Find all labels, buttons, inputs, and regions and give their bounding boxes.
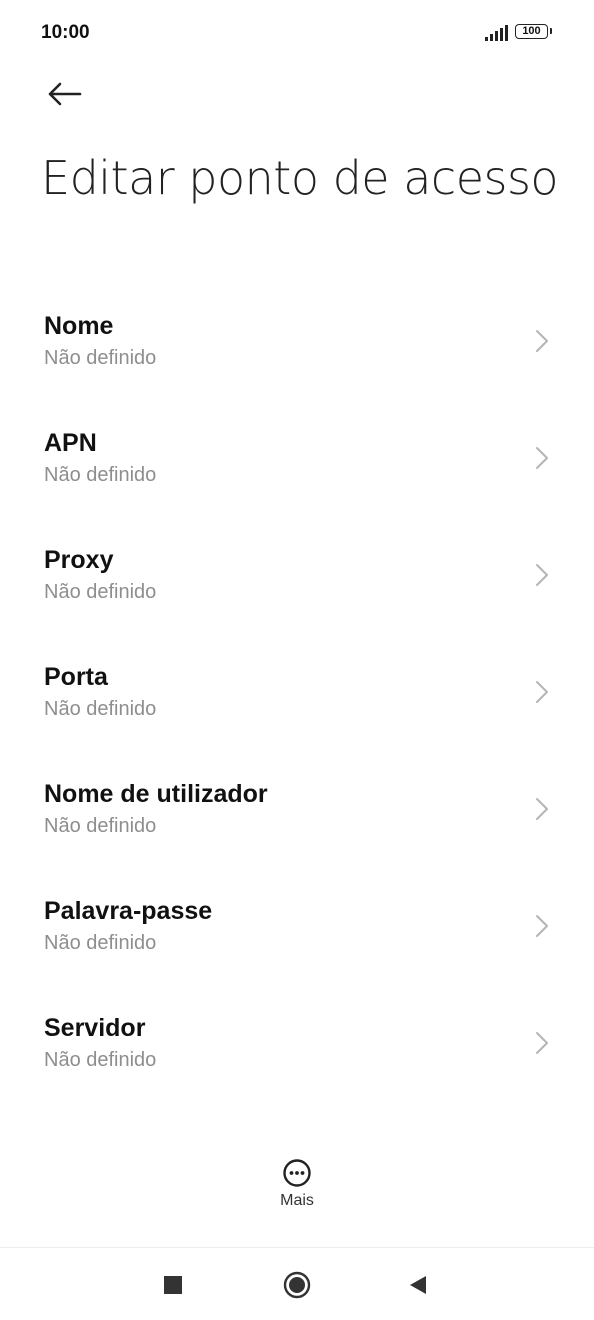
list-item-proxy[interactable]: Proxy Não definido — [0, 518, 594, 635]
chevron-right-icon — [536, 564, 548, 586]
item-value: Não definido — [44, 347, 157, 369]
chevron-right-icon — [536, 915, 548, 937]
chevron-right-icon — [536, 798, 548, 820]
back-button[interactable] — [36, 72, 92, 116]
item-label: Proxy — [44, 546, 114, 574]
navigation-bar — [0, 1248, 594, 1320]
status-time: 10:00 — [41, 22, 90, 43]
battery-level: 100 — [522, 25, 541, 37]
item-label: APN — [44, 429, 97, 457]
item-value: Não definido — [44, 932, 157, 954]
list-item-apn[interactable]: APN Não definido — [0, 401, 594, 518]
item-label: Servidor — [44, 1014, 146, 1042]
arrow-left-icon — [48, 82, 82, 106]
triangle-back-icon — [410, 1276, 426, 1294]
signal-bars-icon — [485, 25, 508, 41]
nav-back-button[interactable] — [398, 1268, 438, 1302]
home-button[interactable] — [277, 1268, 317, 1302]
battery-icon: 100 — [515, 24, 552, 39]
settings-list: Nome Não definido APN Não definido Proxy… — [0, 284, 594, 1103]
item-label: Nome — [44, 312, 114, 340]
chevron-right-icon — [536, 447, 548, 469]
list-item-palavra-passe[interactable]: Palavra-passe Não definido — [0, 869, 594, 986]
item-label: Nome de utilizador — [44, 780, 268, 808]
list-item-servidor[interactable]: Servidor Não definido — [0, 986, 594, 1103]
circle-icon — [283, 1271, 311, 1299]
more-button[interactable]: Mais — [257, 1158, 337, 1224]
list-item-nome[interactable]: Nome Não definido — [0, 284, 594, 401]
list-item-nome-de-utilizador[interactable]: Nome de utilizador Não definido — [0, 752, 594, 869]
item-value: Não definido — [44, 815, 157, 837]
page-title: Editar ponto de acesso — [41, 151, 559, 205]
status-bar: 10:00 100 — [0, 0, 594, 66]
more-label: Mais — [280, 1192, 314, 1209]
item-value: Não definido — [44, 1049, 157, 1071]
recents-button[interactable] — [153, 1268, 193, 1302]
item-value: Não definido — [44, 698, 157, 720]
chevron-right-icon — [536, 1032, 548, 1054]
chevron-right-icon — [536, 681, 548, 703]
square-icon — [164, 1276, 182, 1294]
item-value: Não definido — [44, 581, 157, 603]
more-dots-icon — [283, 1159, 311, 1187]
item-label: Porta — [44, 663, 108, 691]
item-value: Não definido — [44, 464, 157, 486]
list-item-porta[interactable]: Porta Não definido — [0, 635, 594, 752]
item-label: Palavra-passe — [44, 897, 213, 925]
chevron-right-icon — [536, 330, 548, 352]
